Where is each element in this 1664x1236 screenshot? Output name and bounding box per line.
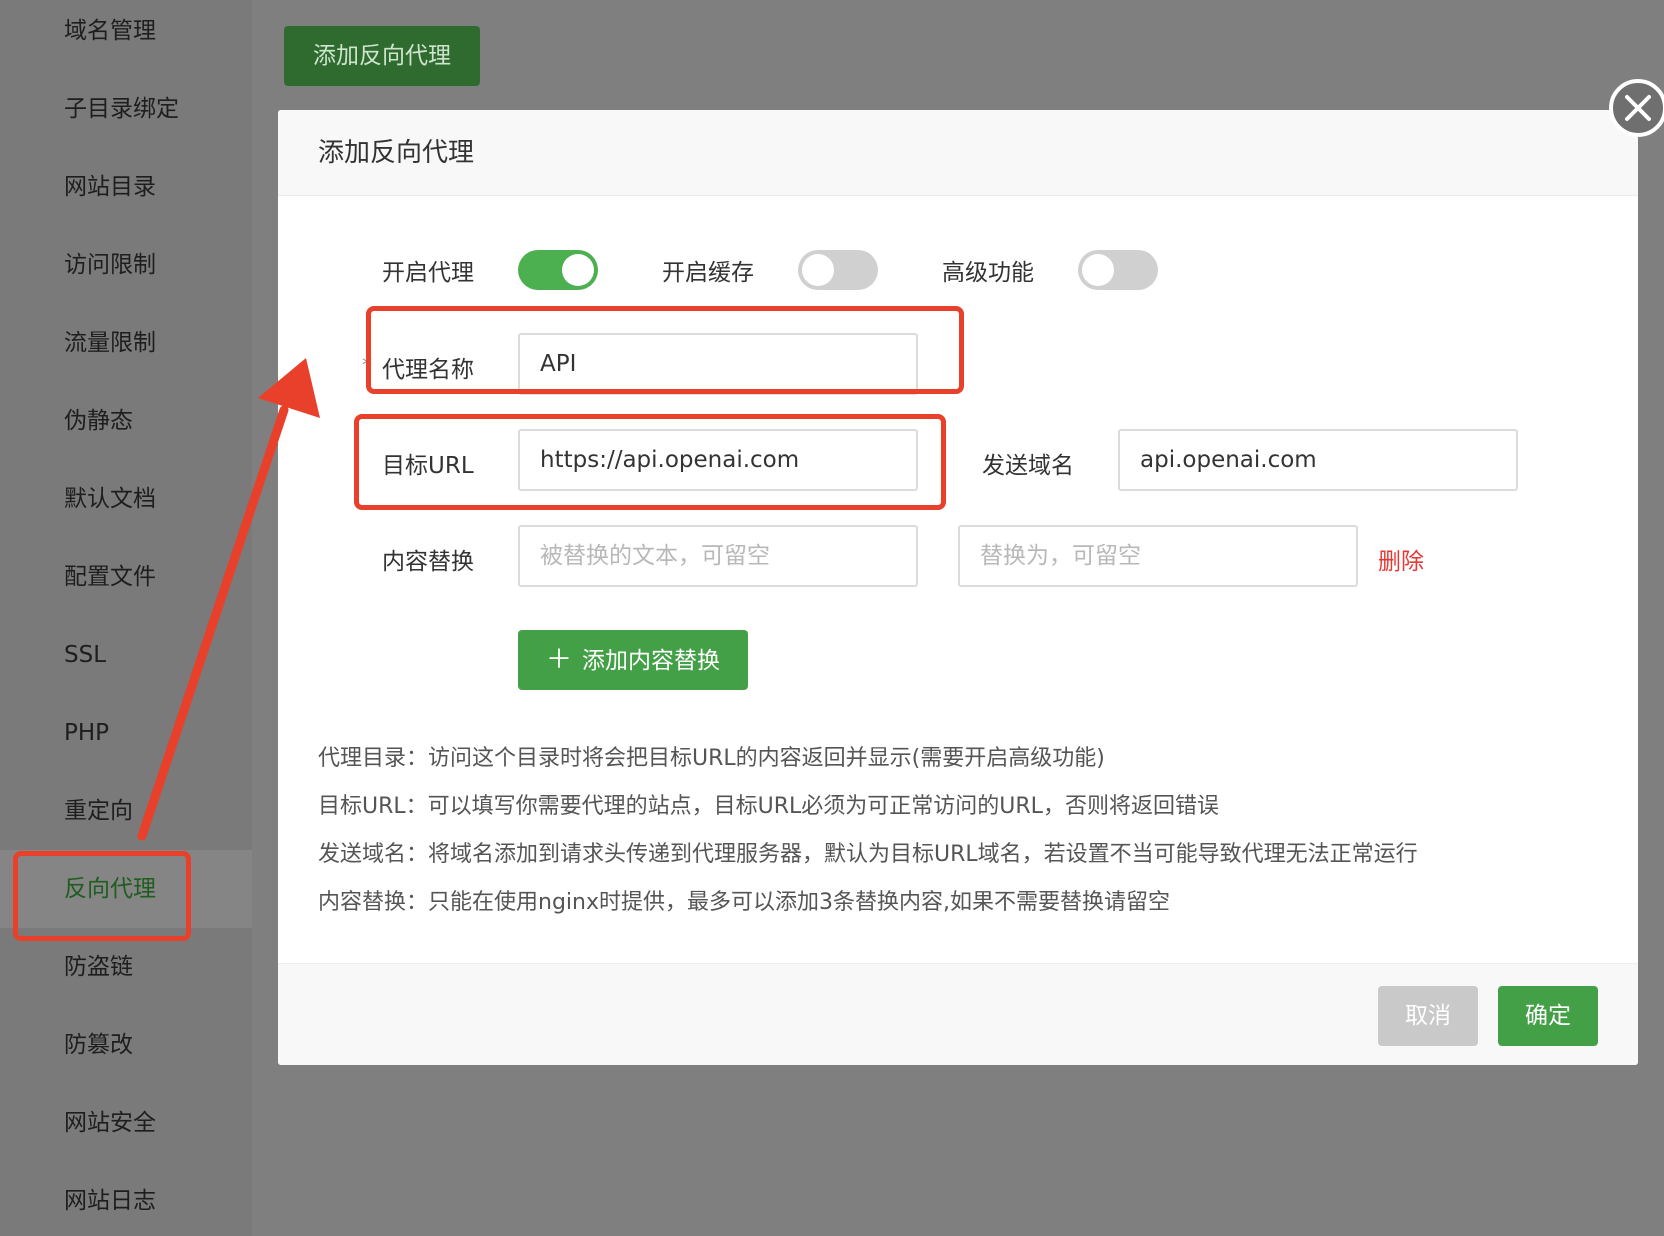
annotation-arrow-icon (137, 358, 320, 841)
